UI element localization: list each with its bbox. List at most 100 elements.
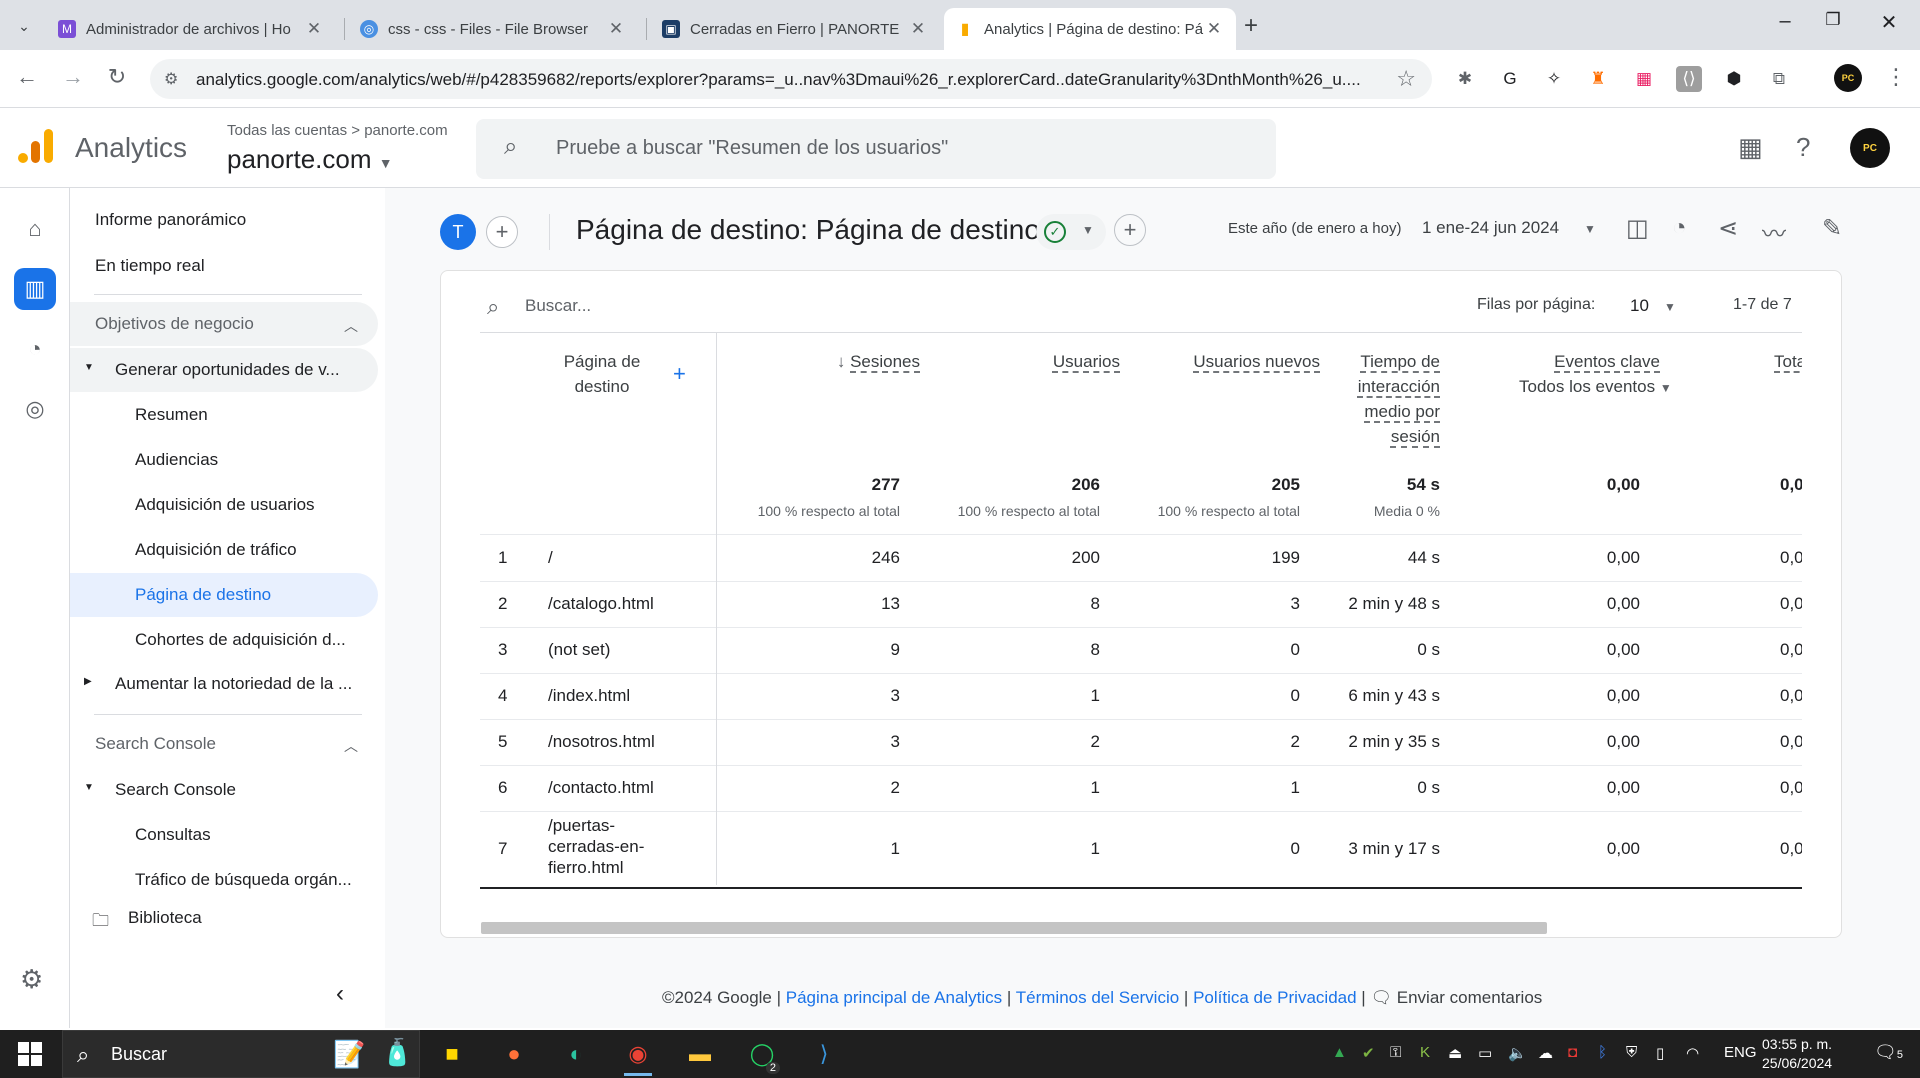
windows-start-icon[interactable] bbox=[18, 1042, 42, 1066]
drive-tray-icon[interactable]: ▲ bbox=[1332, 1044, 1347, 1061]
column-header-new-users[interactable]: Usuarios nuevos bbox=[1140, 349, 1320, 374]
reports-icon[interactable]: ▥ bbox=[14, 268, 56, 310]
key-events-filter-select[interactable]: Todos los eventos ▼ bbox=[1519, 377, 1672, 397]
nav-group-search-console[interactable]: Search Console bbox=[115, 780, 236, 800]
maximize-icon[interactable]: ❐ bbox=[1810, 10, 1856, 30]
notifications-icon[interactable]: 🗨5 bbox=[1874, 1042, 1903, 1063]
collapse-nav-chevron-left-icon[interactable]: ‹ bbox=[336, 980, 344, 1008]
onedrive-icon[interactable]: ☁ bbox=[1538, 1044, 1553, 1062]
bluetooth-icon[interactable]: ᛒ bbox=[1598, 1044, 1607, 1061]
footer-link-home[interactable]: Página principal de Analytics bbox=[786, 988, 1002, 1007]
caret-right-icon[interactable]: ▶ bbox=[84, 676, 92, 687]
browser-tab[interactable]: ▣ Cerradas en Fierro | PANORTE ✕ bbox=[650, 8, 940, 50]
extension-ninja-icon[interactable]: ✧ bbox=[1541, 66, 1567, 92]
whatsapp-icon[interactable]: ◯ 2 bbox=[742, 1036, 782, 1074]
firefox-icon[interactable]: ● bbox=[494, 1036, 534, 1072]
minimize-icon[interactable]: – bbox=[1762, 10, 1808, 33]
settings-gear-icon[interactable]: ⚙ bbox=[20, 964, 43, 995]
edit-pencil-icon[interactable]: ✎ bbox=[1822, 214, 1842, 243]
close-window-icon[interactable]: ✕ bbox=[1866, 10, 1912, 35]
nav-item-traffic-acquisition[interactable]: Adquisición de tráfico bbox=[135, 540, 297, 560]
vscode-icon[interactable]: ⟩ bbox=[804, 1036, 844, 1072]
comparison-avatar[interactable]: T bbox=[440, 214, 476, 250]
browser-tab[interactable]: ◎ css - css - Files - File Browser ✕ bbox=[348, 8, 638, 50]
nav-item-organic-traffic[interactable]: Tráfico de búsqueda orgán... bbox=[135, 870, 375, 890]
analytics-logo-icon[interactable] bbox=[18, 129, 54, 165]
clock[interactable]: 03:55 p. m. 25/06/2024 bbox=[1762, 1035, 1832, 1073]
tray-usb-icon[interactable]: ⏏ bbox=[1448, 1044, 1462, 1062]
tray-display-icon[interactable]: ▭ bbox=[1478, 1044, 1492, 1062]
caret-down-icon[interactable]: ▼ bbox=[1664, 300, 1676, 314]
nav-item-summary[interactable]: Resumen bbox=[135, 405, 208, 425]
share-icon[interactable]: ⋖ bbox=[1718, 214, 1738, 243]
extension-grid-icon[interactable]: ▦ bbox=[1631, 66, 1657, 92]
caret-down-icon[interactable]: ▼ bbox=[84, 782, 94, 793]
nav-item-acquisition-cohorts[interactable]: Cohortes de adquisición d... bbox=[135, 630, 375, 650]
search-bar[interactable]: ⌕ Pruebe a buscar "Resumen de los usuari… bbox=[476, 119, 1276, 179]
tray-check-icon[interactable]: ✔ bbox=[1362, 1044, 1375, 1062]
nav-item-user-acquisition[interactable]: Adquisición de usuarios bbox=[135, 495, 315, 515]
browser-menu-icon[interactable]: ⋮ bbox=[1885, 64, 1907, 90]
tab-search-chevron-icon[interactable]: ⌄ bbox=[8, 10, 40, 42]
nav-group-awareness[interactable]: Aumentar la notoriedad de la ... bbox=[115, 674, 375, 694]
footer-feedback[interactable]: Enviar comentarios bbox=[1397, 988, 1543, 1007]
security-shield-icon[interactable]: ⛨ bbox=[1626, 1044, 1637, 1061]
feedback-icon[interactable]: 🗨 bbox=[1370, 988, 1392, 1007]
nav-realtime[interactable]: En tiempo real bbox=[95, 256, 205, 276]
new-tab-icon[interactable]: + bbox=[1244, 12, 1258, 40]
apps-grid-icon[interactable]: ▦ bbox=[1738, 132, 1763, 163]
extensions-puzzle-icon[interactable]: ⧉ bbox=[1766, 66, 1792, 92]
language-indicator[interactable]: ENG bbox=[1724, 1044, 1757, 1061]
nav-item-landing-page[interactable]: Página de destino bbox=[135, 585, 271, 605]
close-tab-icon[interactable]: ✕ bbox=[304, 19, 324, 39]
add-report-plus-icon[interactable]: + bbox=[1114, 214, 1146, 246]
footer-link-privacy[interactable]: Política de Privacidad bbox=[1193, 988, 1356, 1007]
bookmark-star-icon[interactable]: ☆ bbox=[1396, 66, 1416, 92]
table-search-input[interactable]: Buscar... bbox=[525, 296, 591, 316]
date-range-caret-icon[interactable]: ▼ bbox=[1584, 222, 1596, 236]
address-bar[interactable]: ⚙ analytics.google.com/analytics/web/#/p… bbox=[150, 59, 1432, 99]
insights-icon[interactable]: ◔ bbox=[1672, 214, 1687, 242]
row-landing-page[interactable]: / bbox=[548, 548, 553, 568]
help-icon[interactable]: ? bbox=[1796, 132, 1810, 163]
browser-tab[interactable]: M Administrador de archivos | Ho ✕ bbox=[46, 8, 336, 50]
close-tab-icon[interactable]: ✕ bbox=[606, 19, 626, 39]
close-tab-icon[interactable]: ✕ bbox=[908, 19, 928, 39]
row-landing-page[interactable]: /index.html bbox=[548, 686, 630, 706]
report-status-dropdown[interactable]: ✓ ▼ bbox=[1036, 214, 1106, 250]
extension-code-icon[interactable]: ⟨⟩ bbox=[1676, 66, 1702, 92]
compare-columns-icon[interactable]: ◫ bbox=[1626, 214, 1649, 243]
volume-icon[interactable]: 🔈 bbox=[1508, 1044, 1527, 1062]
extension-grammarly-icon[interactable]: G bbox=[1497, 66, 1523, 92]
date-range-label[interactable]: Este año (de enero a hoy) bbox=[1228, 220, 1401, 237]
horizontal-scrollbar[interactable] bbox=[481, 922, 1547, 934]
extension-fox-icon[interactable]: ♜ bbox=[1585, 66, 1611, 92]
add-dimension-plus-icon[interactable]: + bbox=[673, 361, 686, 387]
chevron-up-icon[interactable]: ︿ bbox=[344, 316, 358, 336]
nav-item-queries[interactable]: Consultas bbox=[135, 825, 211, 845]
nav-library[interactable]: Biblioteca bbox=[128, 908, 202, 928]
forward-icon[interactable]: → bbox=[58, 64, 88, 90]
footer-link-terms[interactable]: Términos del Servicio bbox=[1016, 988, 1179, 1007]
chrome-icon[interactable]: ◉ bbox=[618, 1036, 658, 1076]
sticky-notes-icon[interactable]: ■ bbox=[432, 1036, 472, 1072]
column-header-key-events[interactable]: Eventos clave bbox=[1500, 349, 1660, 374]
url-text[interactable]: analytics.google.com/analytics/web/#/p42… bbox=[196, 70, 1376, 90]
row-landing-page[interactable]: /puertas-​cerradas-en-​fierro.html bbox=[548, 815, 658, 878]
add-comparison-plus-icon[interactable]: + bbox=[486, 216, 518, 248]
tray-lock-icon[interactable]: ⚿ bbox=[1390, 1044, 1401, 1061]
tray-red-icon[interactable]: ◘ bbox=[1568, 1044, 1577, 1061]
column-header-revenue[interactable]: Total ingresos bbox=[1774, 349, 1802, 374]
extension-bug-icon[interactable]: ✱ bbox=[1452, 66, 1478, 92]
nav-overview[interactable]: Informe panorámico bbox=[95, 210, 246, 230]
nav-section-search-console[interactable]: Search Console bbox=[95, 734, 216, 754]
nav-item-audiences[interactable]: Audiencias bbox=[135, 450, 218, 470]
rows-per-page-select[interactable]: 10 bbox=[1630, 296, 1649, 316]
close-tab-icon[interactable]: ✕ bbox=[1204, 19, 1224, 39]
site-info-icon[interactable]: ⚙ bbox=[164, 69, 178, 89]
home-icon[interactable]: ⌂ bbox=[14, 208, 56, 250]
extension-hex-icon[interactable]: ⬢ bbox=[1721, 66, 1747, 92]
chevron-up-icon[interactable]: ︿ bbox=[344, 736, 358, 756]
account-breadcrumb[interactable]: Todas las cuentas > panorte.com bbox=[227, 122, 448, 139]
column-header-sessions[interactable]: ↓ Sesiones bbox=[800, 349, 920, 374]
